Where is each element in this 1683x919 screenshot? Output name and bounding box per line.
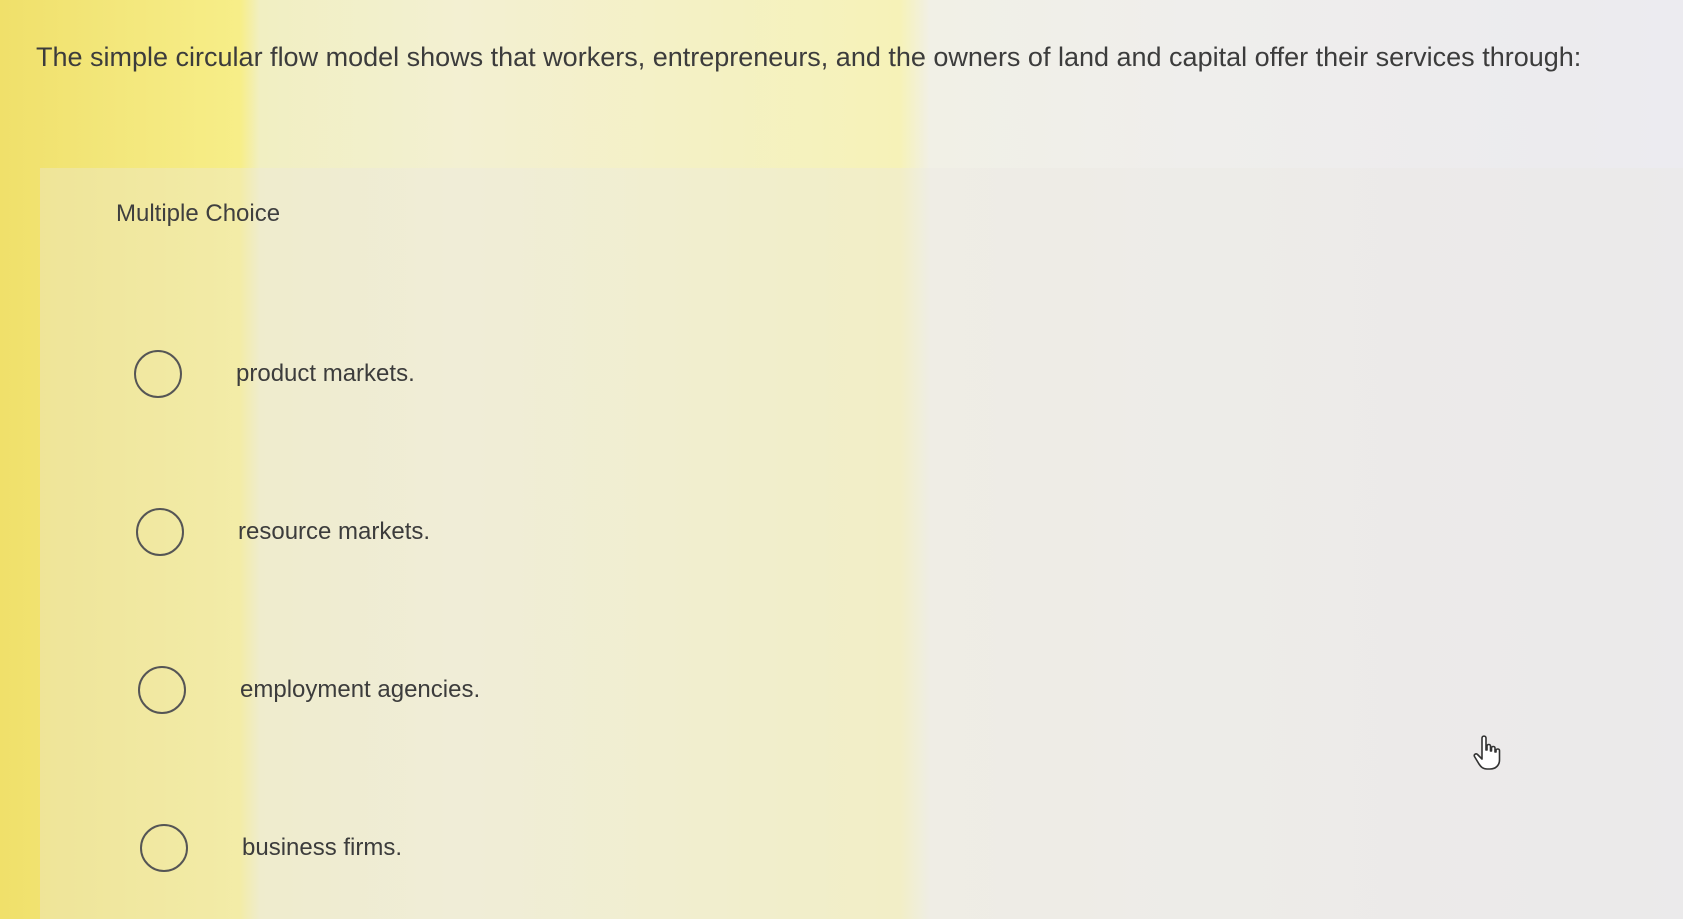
option-resource-markets[interactable]: resource markets. — [136, 504, 430, 560]
option-label: resource markets. — [238, 518, 431, 545]
radio-button[interactable] — [134, 350, 182, 398]
multiple-choice-label: Multiple Choice — [116, 200, 281, 227]
option-label: business firms. — [242, 834, 403, 861]
radio-button[interactable] — [138, 666, 186, 714]
option-product-markets[interactable]: product markets. — [134, 346, 415, 402]
option-label: employment agencies. — [240, 676, 481, 703]
question-text: The simple circular flow model shows tha… — [36, 42, 1582, 72]
option-business-firms[interactable]: business firms. — [140, 820, 402, 876]
hand-pointer-icon — [1473, 735, 1501, 770]
radio-button[interactable] — [140, 824, 188, 872]
radio-button[interactable] — [136, 508, 184, 556]
option-employment-agencies[interactable]: employment agencies. — [138, 662, 480, 718]
option-label: product markets. — [236, 360, 415, 387]
